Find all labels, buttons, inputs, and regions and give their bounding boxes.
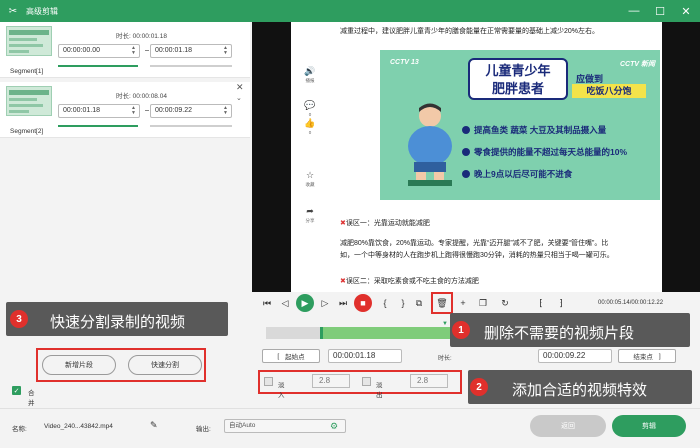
trim-end-input[interactable]: 00:00:09.22	[538, 349, 612, 363]
annotation-number: 1	[452, 321, 470, 339]
annotation-number: 2	[470, 378, 488, 396]
segment-name: Segment[1]	[10, 68, 44, 75]
fade-in-label: 淡入	[278, 382, 285, 399]
set-start-icon[interactable]: {	[376, 294, 394, 312]
segment-duration: 时长: 00:00:01.18	[116, 33, 167, 40]
brand-logo-right: CCTV 新闻	[620, 61, 655, 68]
trim-start-input[interactable]: 00:00:01.18	[328, 349, 402, 363]
segment-end-input[interactable]: 00:00:01.18 ▲ ▼	[150, 44, 232, 58]
segment-panel: Segment[1] 时长: 00:00:01.18 00:00:00.00 ▲ ▼…	[0, 22, 250, 394]
playhead-marker-icon[interactable]: ▼	[442, 321, 448, 327]
annotation-callout-1: 1 删除不需要的视频片段	[450, 313, 690, 347]
share-icon: ➦ 分享	[305, 206, 315, 223]
gear-icon[interactable]: ⚙	[330, 421, 338, 432]
segment-range-track	[150, 125, 232, 127]
footer-bar: 名称: Video_240...43842.mp4 ✎ 输出: 自动Auto ⚙…	[0, 408, 700, 448]
segment-start-input[interactable]: 00:00:01.18 ▲ ▼	[58, 104, 140, 118]
segment-range-bar	[58, 65, 138, 67]
file-name: Video_240...43842.mp4	[44, 423, 113, 430]
split-icon[interactable]: ⧉	[410, 294, 428, 312]
annotation-text: 快速分割录制的视频	[50, 314, 186, 331]
highlight-box	[431, 292, 453, 314]
preview-text: 减肥80%靠饮食，20%靠运动。专家提醒，光靠“迈开腿”减不了肥，关键要“管住嘴…	[340, 240, 609, 247]
misconception-title: ✖误区一：光靠运动就能减肥	[340, 220, 430, 227]
segment-item[interactable]: Segment[2] 时长: 00:00:08.04 00:00:01.18 ▲ ▼…	[0, 82, 250, 138]
quick-split-button[interactable]: 快速分割	[128, 355, 202, 375]
app-logo-icon: ✂	[8, 5, 18, 17]
segment-range-bar	[58, 125, 138, 127]
banner-headline: 儿童青少年 肥胖患者	[468, 58, 568, 100]
window-title: 高级剪辑	[26, 7, 58, 16]
news-banner-image: CCTV 13 CCTV 新闻 儿童青少年 肥胖患者 应做到 吃饭八分饱 提高鱼类…	[380, 50, 660, 200]
fade-out-input[interactable]: 2.8	[410, 374, 448, 388]
banner-bullet: 零食提供的能量不超过每天总能量的10%	[462, 146, 627, 158]
preview-text: 如，一个中等身材的人在跑步机上跑得很慢跑30分钟，消耗的热量只相当于喝一罐可乐。	[340, 252, 614, 259]
start-point-button[interactable]: [起始点	[262, 349, 320, 363]
brand-logo-left: CCTV 13	[390, 59, 419, 66]
trim-row: [起始点 00:00:01.18 时长: 00:00:09.22 结束点]	[262, 348, 690, 364]
segment-start-input[interactable]: 00:00:00.00 ▲ ▼	[58, 44, 140, 58]
fade-in-checkbox[interactable]	[264, 377, 273, 386]
back-button[interactable]: 返回	[530, 415, 606, 437]
fade-out-checkbox[interactable]	[362, 377, 371, 386]
banner-bullet: 晚上9点以后尽可能不进食	[462, 168, 572, 180]
child-illustration	[408, 103, 452, 186]
maximize-button[interactable]: ☐	[652, 3, 668, 19]
title-bar: ✂ 高级剪辑 — ☐ ✕	[0, 0, 700, 22]
annotation-text: 删除不需要的视频片段	[484, 325, 635, 342]
delete-segment-icon[interactable]: ✕	[236, 82, 244, 93]
play-button[interactable]: ▶	[296, 294, 314, 312]
stop-button[interactable]: ■	[354, 294, 372, 312]
trim-duration-label: 时长:	[438, 356, 452, 362]
name-label: 名称:	[12, 426, 27, 433]
copy-icon[interactable]: ❐	[474, 294, 492, 312]
minimize-button[interactable]: —	[626, 3, 642, 19]
cut-button[interactable]: 剪辑	[612, 415, 686, 437]
video-preview: 减重过程中，建议肥胖儿童青少年的膳食能量在正常需要量的基础上减少20%左右。 🔊…	[252, 22, 700, 292]
mark-in-icon[interactable]: ⁅	[532, 294, 550, 312]
refresh-icon[interactable]: ↻	[496, 294, 514, 312]
close-button[interactable]: ✕	[678, 3, 694, 19]
segment-range-track	[150, 65, 232, 67]
mark-out-icon[interactable]: ⁆	[552, 294, 570, 312]
annotation-callout-3: 3 快速分割录制的视频	[6, 302, 228, 336]
step-back-icon[interactable]: ◁	[276, 294, 294, 312]
banner-bullet: 提高鱼类 蔬菜 大豆及其制品摄入量	[462, 124, 606, 136]
annotation-callout-2: 2 添加合适的视频特效	[468, 370, 692, 404]
end-point-button[interactable]: 结束点]	[618, 349, 676, 363]
add-icon[interactable]: +	[454, 294, 472, 312]
output-select[interactable]: 自动Auto	[224, 419, 346, 433]
misconception-title: ✖误区二：采取吃素食或不吃主食的方法减肥	[340, 278, 479, 285]
comment-icon: 💬 0	[304, 100, 316, 117]
step-forward-icon[interactable]: ▷	[316, 294, 334, 312]
segment-duration: 时长: 00:00:08.04	[116, 93, 167, 100]
segment-item[interactable]: Segment[1] 时长: 00:00:01.18 00:00:00.00 ▲ ▼…	[0, 22, 250, 78]
segment-thumbnail	[6, 86, 52, 116]
checkbox-checked-icon[interactable]: ✓	[12, 386, 21, 395]
segment-end-input[interactable]: 00:00:09.22 ▲ ▼	[150, 104, 232, 118]
skip-start-icon[interactable]: ⏮	[258, 294, 276, 312]
fade-in-input[interactable]: 2.8	[312, 374, 350, 388]
preview-text: 减重过程中，建议肥胖儿童青少年的膳食能量在正常需要量的基础上减少20%左右。	[340, 28, 600, 35]
banner-highlight: 吃饭八分饱	[572, 84, 646, 98]
timecode-readout: 00:00:05.14/00:00:12.22	[598, 300, 664, 306]
fade-out-label: 淡出	[376, 382, 383, 399]
skip-end-icon[interactable]: ⏭	[334, 294, 352, 312]
star-icon: ☆ 收藏	[305, 170, 315, 187]
chevron-down-icon[interactable]: ⌄	[236, 94, 242, 102]
new-segment-button[interactable]: 新增片段	[42, 355, 116, 375]
range-separator	[145, 110, 149, 111]
annotation-number: 3	[10, 310, 28, 328]
range-separator	[145, 50, 149, 51]
output-label: 输出:	[196, 426, 211, 433]
speaker-icon: 🔊 播报	[304, 66, 316, 83]
edit-pencil-icon[interactable]: ✎	[150, 420, 158, 431]
annotation-text: 添加合适的视频特效	[512, 382, 648, 399]
preview-frame: 减重过程中，建议肥胖儿童青少年的膳食能量在正常需要量的基础上减少20%左右。 🔊…	[291, 22, 662, 292]
thumb-up-icon: 👍 0	[304, 118, 316, 135]
segment-name: Segment[2]	[10, 128, 44, 135]
segment-thumbnail	[6, 26, 52, 56]
